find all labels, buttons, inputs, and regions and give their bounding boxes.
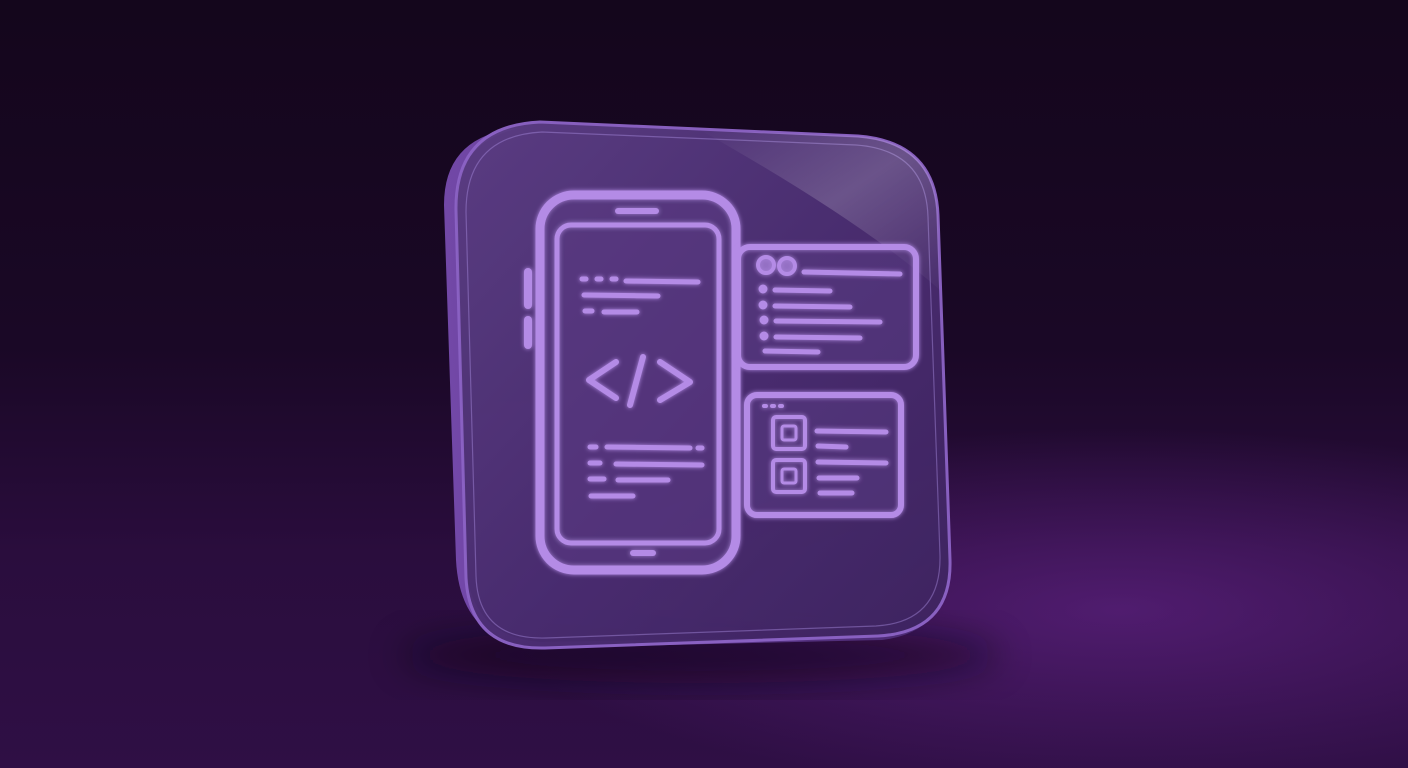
browser-window-icon	[735, 244, 919, 370]
smartphone-icon	[524, 190, 741, 575]
scene	[400, 120, 1000, 683]
card-list-icon	[744, 392, 904, 518]
